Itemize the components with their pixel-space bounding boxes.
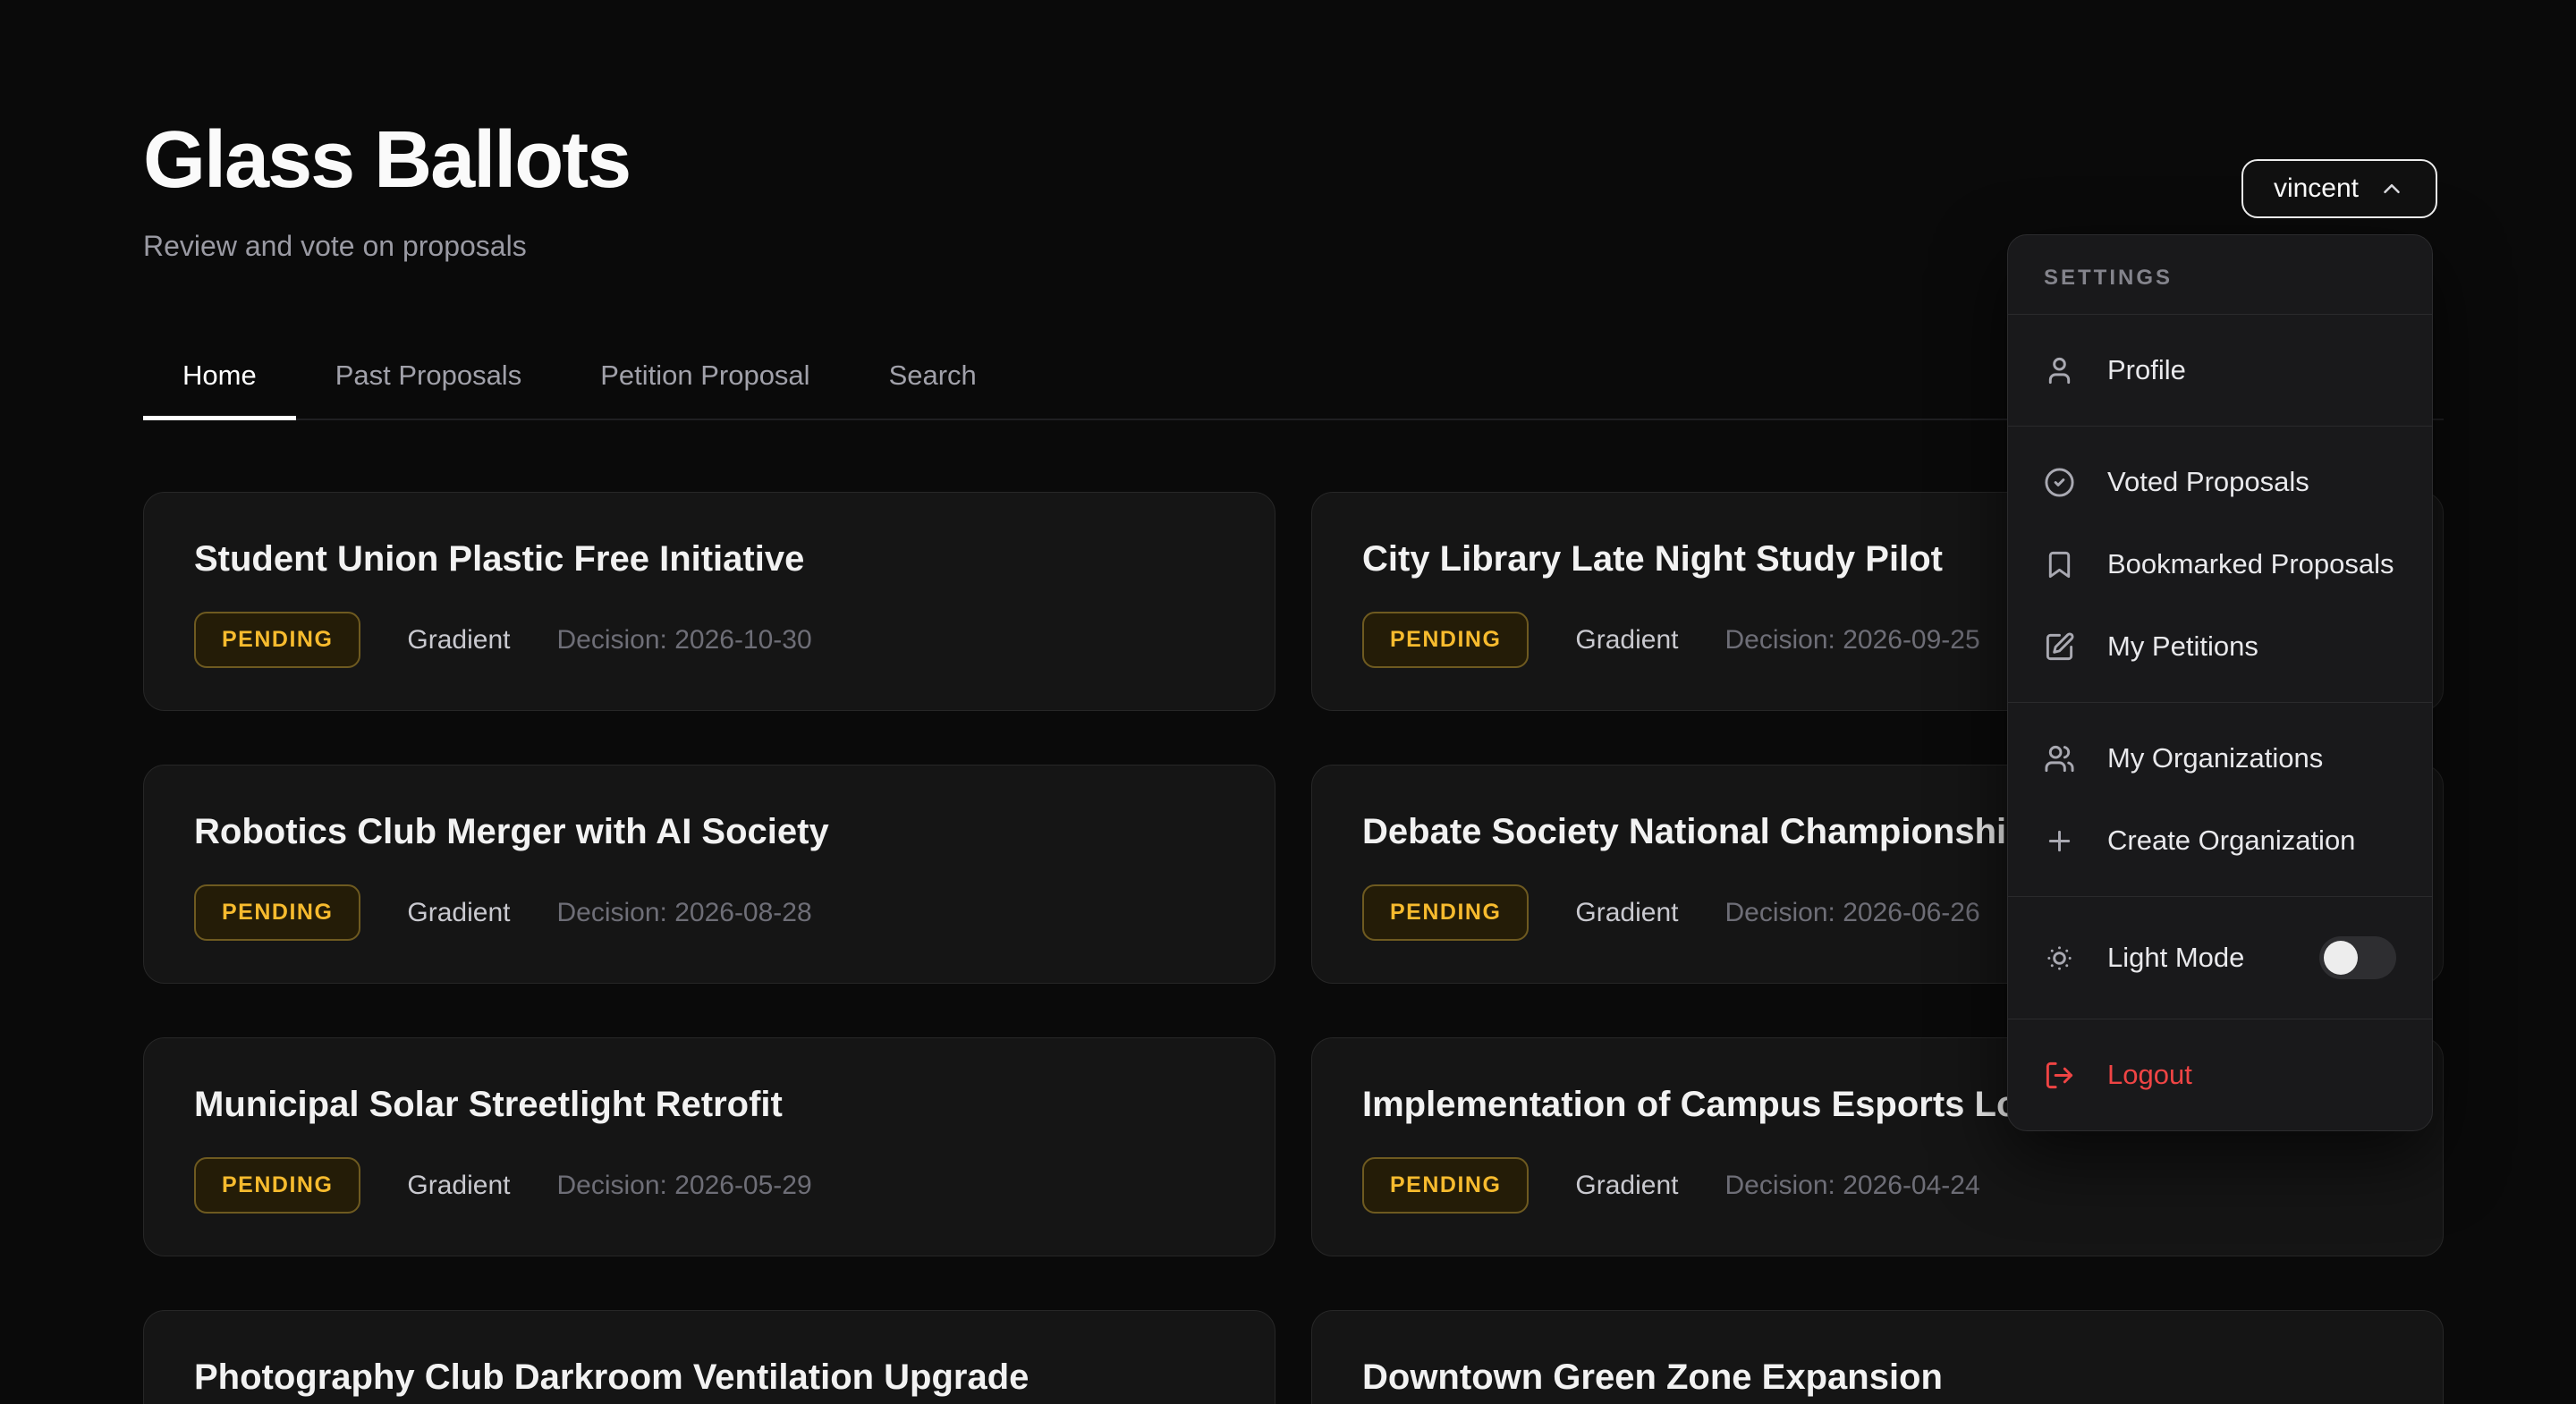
organization-name: Gradient (1575, 625, 1678, 655)
users-icon (2044, 743, 2075, 774)
proposal-card[interactable]: Photography Club Darkroom Ventilation Up… (143, 1310, 1275, 1404)
proposal-title: Downtown Green Zone Expansion (1362, 1357, 2393, 1398)
menu-item-profile[interactable]: Profile (2008, 329, 2432, 411)
menu-group-proposals: Voted Proposals Bookmarked Proposals My … (2008, 426, 2432, 702)
menu-item-light-mode[interactable]: Light Mode (2008, 911, 2432, 1004)
proposal-title: Photography Club Darkroom Ventilation Up… (194, 1357, 1224, 1398)
tab-past-proposals[interactable]: Past Proposals (296, 338, 562, 419)
proposal-title: Student Union Plastic Free Initiative (194, 539, 1224, 579)
logout-icon (2044, 1060, 2075, 1091)
user-menu-button[interactable]: vincent (2241, 159, 2437, 218)
proposal-title: Municipal Solar Streetlight Retrofit (194, 1085, 1224, 1125)
proposal-meta: PENDING Gradient Decision: 2026-05-29 (194, 1157, 1224, 1214)
proposal-meta: PENDING Gradient Decision: 2026-04-24 (1362, 1157, 2393, 1214)
decision-date: Decision: 2026-05-29 (556, 1171, 811, 1201)
organization-name: Gradient (407, 898, 510, 928)
proposal-meta: PENDING Gradient Decision: 2026-10-30 (194, 612, 1224, 668)
organization-name: Gradient (407, 1171, 510, 1201)
page-title: Glass Ballots (143, 114, 2444, 207)
menu-item-logout[interactable]: Logout (2008, 1034, 2432, 1116)
menu-item-my-petitions[interactable]: My Petitions (2008, 605, 2432, 688)
menu-group-organizations: My Organizations Create Organization (2008, 702, 2432, 896)
menu-item-label: Profile (2107, 354, 2186, 386)
menu-group-profile: Profile (2008, 314, 2432, 426)
decision-date: Decision: 2026-08-28 (556, 898, 811, 928)
chevron-up-icon (2378, 175, 2405, 202)
menu-item-voted-proposals[interactable]: Voted Proposals (2008, 441, 2432, 523)
plus-icon (2044, 825, 2075, 857)
check-circle-icon (2044, 467, 2075, 498)
tab-home[interactable]: Home (143, 338, 296, 419)
menu-item-label: My Petitions (2107, 630, 2258, 663)
settings-dropdown: SETTINGS Profile Voted Proposals Bookmar… (2007, 234, 2433, 1131)
settings-section-header: SETTINGS (2008, 235, 2432, 314)
proposal-card[interactable]: Downtown Green Zone Expansion (1311, 1310, 2444, 1404)
menu-item-label: Voted Proposals (2107, 466, 2309, 498)
proposal-meta: PENDING Gradient Decision: 2026-08-28 (194, 884, 1224, 941)
proposal-title: Robotics Club Merger with AI Society (194, 812, 1224, 852)
menu-item-label: My Organizations (2107, 742, 2323, 774)
menu-item-label: Light Mode (2107, 942, 2244, 974)
toggle-knob (2324, 941, 2358, 975)
menu-group-appearance: Light Mode (2008, 896, 2432, 1019)
menu-item-my-organizations[interactable]: My Organizations (2008, 717, 2432, 799)
menu-item-create-organization[interactable]: Create Organization (2008, 799, 2432, 882)
status-badge: PENDING (1362, 612, 1529, 668)
light-mode-toggle[interactable] (2319, 936, 2396, 979)
proposal-card[interactable]: Robotics Club Merger with AI Society PEN… (143, 765, 1275, 984)
organization-name: Gradient (407, 625, 510, 655)
decision-date: Decision: 2026-10-30 (556, 625, 811, 655)
menu-item-label: Create Organization (2107, 825, 2355, 857)
edit-icon (2044, 631, 2075, 663)
status-badge: PENDING (1362, 1157, 1529, 1214)
menu-group-logout: Logout (2008, 1019, 2432, 1130)
decision-date: Decision: 2026-04-24 (1724, 1171, 1979, 1201)
menu-item-bookmarked-proposals[interactable]: Bookmarked Proposals (2008, 523, 2432, 605)
user-icon (2044, 355, 2075, 386)
proposal-card[interactable]: Municipal Solar Streetlight Retrofit PEN… (143, 1037, 1275, 1256)
decision-date: Decision: 2026-06-26 (1724, 898, 1979, 928)
user-menu-label: vincent (2274, 173, 2359, 204)
proposal-card[interactable]: Student Union Plastic Free Initiative PE… (143, 492, 1275, 711)
menu-item-label: Bookmarked Proposals (2107, 548, 2394, 580)
bookmark-icon (2044, 549, 2075, 580)
status-badge: PENDING (194, 612, 360, 668)
status-badge: PENDING (194, 884, 360, 941)
sun-icon (2044, 943, 2075, 974)
organization-name: Gradient (1575, 1171, 1678, 1201)
organization-name: Gradient (1575, 898, 1678, 928)
tab-petition-proposal[interactable]: Petition Proposal (561, 338, 849, 419)
status-badge: PENDING (1362, 884, 1529, 941)
status-badge: PENDING (194, 1157, 360, 1214)
decision-date: Decision: 2026-09-25 (1724, 625, 1979, 655)
tab-search[interactable]: Search (850, 338, 1016, 419)
settings-section-label: SETTINGS (2044, 266, 2173, 290)
menu-item-label: Logout (2107, 1059, 2192, 1091)
